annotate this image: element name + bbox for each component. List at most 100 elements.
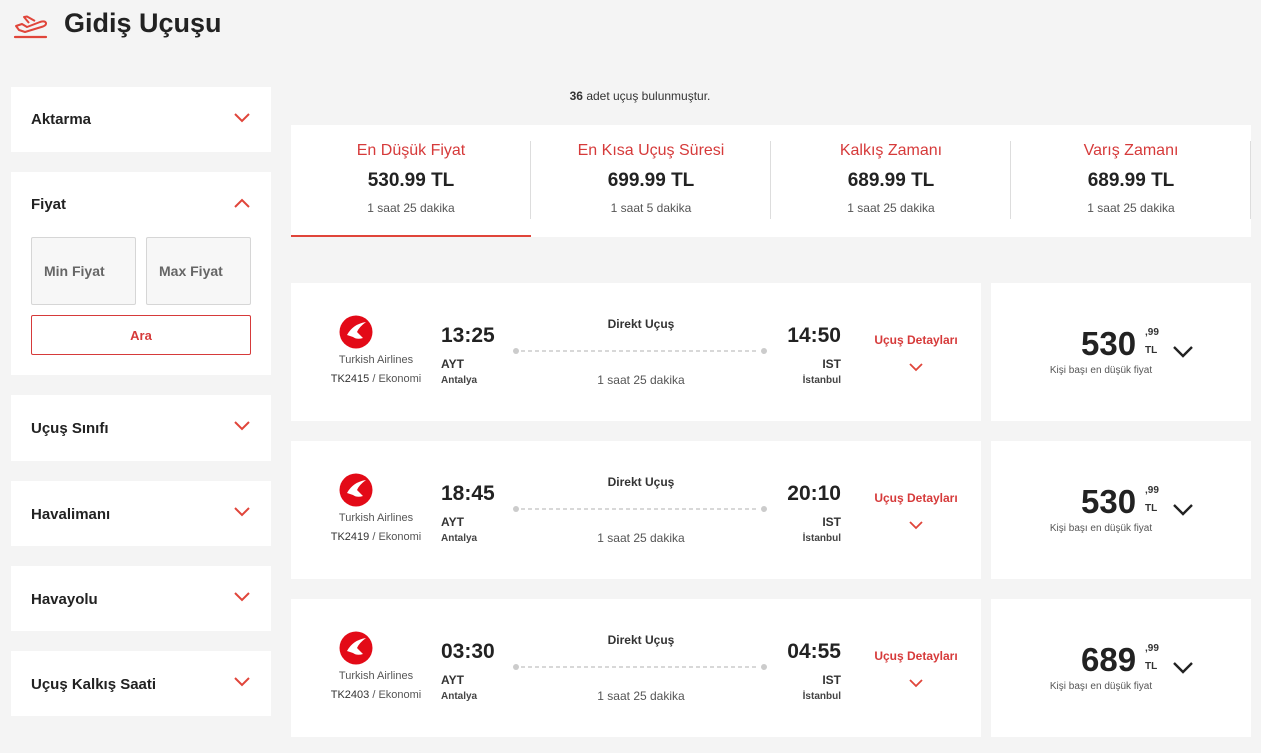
filter-fiyat: Fiyat Ara <box>11 172 271 375</box>
sort-tab-lowest-price[interactable]: En Düşük Fiyat 530.99 TL 1 saat 25 dakik… <box>291 125 531 237</box>
flight-duration: 1 saat 25 dakika <box>597 531 685 545</box>
flight-code: TK2415 / Ekonomi <box>330 373 422 385</box>
chevron-down-icon[interactable] <box>1172 661 1194 675</box>
page-header: Gidiş Uçuşu <box>0 0 1261 60</box>
filter-label: Havayolu <box>31 591 98 608</box>
arrival-airport-code: IST <box>822 357 841 371</box>
flight-number: TK2419 <box>330 531 370 543</box>
chevron-down-icon[interactable] <box>233 506 251 518</box>
departure-airport-code: AYT <box>441 357 464 371</box>
sort-tab-duration: 1 saat 5 dakika <box>610 201 692 215</box>
chevron-down-icon[interactable] <box>233 676 251 688</box>
chevron-down-icon[interactable] <box>909 521 923 530</box>
flight-code: TK2419 / Ekonomi <box>330 531 422 543</box>
cabin-class: Ekonomi <box>378 689 422 701</box>
sort-tab-label: En Kısa Uçuş Süresi <box>577 142 725 159</box>
filter-ucus-sinifi[interactable]: Uçuş Sınıfı <box>11 395 271 461</box>
chevron-down-icon[interactable] <box>233 112 251 124</box>
arrival-time: 14:50 <box>787 324 841 347</box>
filter-havayolu[interactable]: Havayolu <box>11 566 271 631</box>
sort-tab-price: 689.99 TL <box>1087 170 1175 191</box>
arrival-time: 20:10 <box>787 482 841 505</box>
max-price-input[interactable] <box>146 237 251 305</box>
flight-duration: 1 saat 25 dakika <box>597 373 685 387</box>
price-label: Kişi başı en düşük fiyat <box>1049 523 1153 534</box>
departure-plane-icon <box>13 15 48 39</box>
flight-card: Turkish Airlines TK2403 / Ekonomi 03:30 … <box>291 599 981 737</box>
turkish-airlines-logo-icon <box>339 631 373 665</box>
chevron-down-icon[interactable] <box>1172 345 1194 359</box>
price-decimal: ,99 <box>1145 327 1159 338</box>
flight-details-link[interactable]: Uçuş Detayları <box>861 649 971 663</box>
sort-tab-label: En Düşük Fiyat <box>356 142 466 159</box>
price-integer: 689 <box>1081 641 1137 678</box>
departure-city: Antalya <box>441 375 478 386</box>
price-currency: TL <box>1145 345 1158 356</box>
arrival-city: İstanbul <box>802 533 841 544</box>
filter-label: Uçuş Kalkış Saati <box>31 676 157 693</box>
flight-number: TK2415 <box>330 373 370 385</box>
filter-aktarma[interactable]: Aktarma <box>11 87 271 152</box>
filter-label: Aktarma <box>31 111 92 128</box>
flight-number: TK2403 <box>330 689 370 701</box>
chevron-up-icon[interactable] <box>233 197 251 209</box>
filter-label: Uçuş Sınıfı <box>31 420 109 437</box>
flight-details-link[interactable]: Uçuş Detayları <box>861 333 971 347</box>
turkish-airlines-logo-icon <box>339 315 373 349</box>
price-search-button[interactable]: Ara <box>31 315 251 355</box>
flight-details-link[interactable]: Uçuş Detayları <box>861 491 971 505</box>
price-label: Kişi başı en düşük fiyat <box>1049 365 1153 376</box>
result-count-number: 36 <box>569 89 583 103</box>
price-decimal: ,99 <box>1145 643 1159 654</box>
airline-name: Turkish Airlines <box>338 354 414 366</box>
airline-name: Turkish Airlines <box>338 670 414 682</box>
cabin-class: Ekonomi <box>378 373 422 385</box>
min-price-input[interactable] <box>31 237 136 305</box>
route-line <box>513 506 767 512</box>
sort-tab-departure-time[interactable]: Kalkış Zamanı 689.99 TL 1 saat 25 dakika <box>771 125 1011 237</box>
price-select-box[interactable]: 530 ,99 TL Kişi başı en düşük fiyat <box>991 441 1251 579</box>
arrival-city: İstanbul <box>802 375 841 386</box>
arrival-time: 04:55 <box>787 640 841 663</box>
chevron-down-icon[interactable] <box>909 679 923 688</box>
route-line <box>513 664 767 670</box>
price-currency: TL <box>1145 503 1158 514</box>
departure-time: 18:45 <box>441 482 495 505</box>
price-select-box[interactable]: 530 ,99 TL Kişi başı en düşük fiyat <box>991 283 1251 421</box>
flight-type: Direkt Uçuş <box>607 633 675 647</box>
flight-code: TK2403 / Ekonomi <box>330 689 422 701</box>
filter-label: Fiyat <box>31 196 67 213</box>
filter-havalimani[interactable]: Havalimanı <box>11 481 271 546</box>
departure-city: Antalya <box>441 533 478 544</box>
price-integer: 530 <box>1081 325 1137 362</box>
airline-name: Turkish Airlines <box>338 512 414 524</box>
chevron-down-icon[interactable] <box>1172 503 1194 517</box>
sort-bar: En Düşük Fiyat 530.99 TL 1 saat 25 dakik… <box>291 125 1251 237</box>
chevron-down-icon[interactable] <box>909 363 923 372</box>
sort-tab-label: Kalkış Zamanı <box>839 142 943 159</box>
price-currency: TL <box>1145 661 1158 672</box>
departure-airport-code: AYT <box>441 515 464 529</box>
sort-tab-price: 699.99 TL <box>607 170 695 191</box>
flight-type: Direkt Uçuş <box>607 475 675 489</box>
departure-time: 03:30 <box>441 640 495 663</box>
flight-card: Turkish Airlines TK2415 / Ekonomi 13:25 … <box>291 283 981 421</box>
departure-airport-code: AYT <box>441 673 464 687</box>
sort-tab-arrival-time[interactable]: Varış Zamanı 689.99 TL 1 saat 25 dakika <box>1011 125 1251 237</box>
price-decimal: ,99 <box>1145 485 1159 496</box>
page-title: Gidiş Uçuşu <box>64 8 222 38</box>
filter-kalkis-saati[interactable]: Uçuş Kalkış Saati <box>11 651 271 716</box>
chevron-down-icon[interactable] <box>233 420 251 432</box>
divider <box>1250 141 1251 219</box>
price-integer: 530 <box>1081 483 1137 520</box>
chevron-down-icon[interactable] <box>233 591 251 603</box>
arrival-airport-code: IST <box>822 515 841 529</box>
arrival-airport-code: IST <box>822 673 841 687</box>
sort-tab-shortest-duration[interactable]: En Kısa Uçuş Süresi 699.99 TL 1 saat 5 d… <box>531 125 771 237</box>
sort-tab-price: 530.99 TL <box>367 170 455 191</box>
sort-tab-price: 689.99 TL <box>847 170 935 191</box>
cabin-class: Ekonomi <box>378 531 422 543</box>
price-select-box[interactable]: 689 ,99 TL Kişi başı en düşük fiyat <box>991 599 1251 737</box>
sort-tab-duration: 1 saat 25 dakika <box>1087 201 1175 215</box>
arrival-city: İstanbul <box>802 691 841 702</box>
